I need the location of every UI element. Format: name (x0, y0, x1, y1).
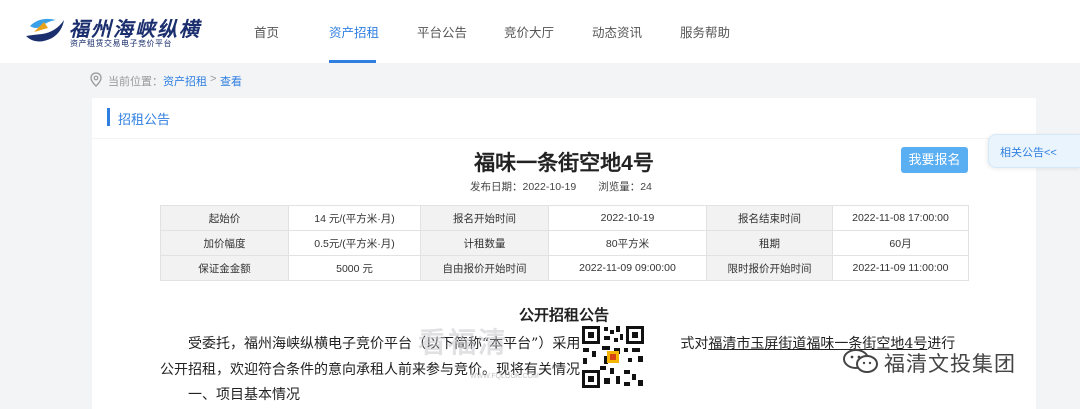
table-label: 限时报价开始时间 (706, 255, 833, 281)
table-value: 2022-10-19 (548, 205, 707, 231)
table-row: 加价幅度 0.5元/(平方米·月) 计租数量 80平方米 租期 60月 (160, 230, 969, 256)
qr-code-image (580, 324, 646, 390)
wechat-account-name: 福清文投集团 (884, 353, 1016, 376)
view-count: 浏览量：24 (598, 181, 652, 193)
table-row: 保证金金额 5000 元 自由报价开始时间 2022-11-09 09:00:0… (160, 255, 969, 281)
signup-button[interactable]: 我要报名 (901, 147, 968, 173)
table-row: 起始价 14 元/(平方米·月) 报名开始时间 2022-10-19 报名结束时… (160, 205, 969, 231)
publish-date: 发布日期：2022-10-19 (470, 181, 577, 193)
breadcrumb-link-asset-leasing[interactable]: 资产招租 (163, 73, 207, 89)
table-value: 2022-11-08 17:00:00 (832, 205, 969, 231)
breadcrumb-prefix: 当前位置： (108, 76, 163, 88)
announcement-heading: 公开招租公告 (518, 306, 609, 324)
nav-bidding-hall[interactable]: 竞价大厅 (504, 22, 554, 41)
nav-home[interactable]: 首页 (254, 22, 279, 41)
paragraph-text-a: 受委托，福州海峡纵横电子竞价平台（以下简称“本平台”）采用 (188, 336, 581, 352)
table-label: 计租数量 (420, 230, 549, 256)
logo-subtitle: 资产租赁交易电子竞价平台 (70, 39, 172, 48)
logo-icon (26, 18, 64, 42)
section-title: 招租公告 (118, 112, 171, 127)
table-value: 2022-11-09 11:00:00 (832, 255, 969, 281)
notice-meta: 发布日期：2022-10-19 浏览量：24 (470, 179, 674, 194)
table-label: 报名结束时间 (706, 205, 833, 231)
qr-code-icon (580, 324, 646, 390)
location-pin-icon (90, 72, 102, 87)
table-label: 保证金金额 (160, 255, 289, 281)
table-value: 60月 (832, 230, 969, 256)
project-info-table: 起始价 14 元/(平方米·月) 报名开始时间 2022-10-19 报名结束时… (160, 205, 969, 281)
table-value: 2022-11-09 09:00:00 (548, 255, 707, 281)
related-notices-label: 相关公告<< (1000, 147, 1057, 159)
nav-asset-leasing[interactable]: 资产招租 (329, 22, 379, 41)
watermark-url: WWW.FQLOOK.COM (470, 373, 539, 380)
table-value: 14 元/(平方米·月) (288, 205, 421, 231)
table-value: 80平方米 (548, 230, 707, 256)
table-value: 0.5元/(平方米·月) (288, 230, 421, 256)
table-label: 加价幅度 (160, 230, 289, 256)
table-label: 报名开始时间 (420, 205, 549, 231)
related-notices-tab[interactable]: 相关公告<< (988, 134, 1080, 168)
nav-help[interactable]: 服务帮助 (680, 22, 730, 41)
section-accent-bar (107, 108, 110, 126)
top-header: 福州海峡纵横 资产租赁交易电子竞价平台 首页 资产招租 平台公告 竞价大厅 动态… (0, 0, 1080, 63)
nav-news[interactable]: 动态资讯 (592, 22, 642, 41)
paragraph-text-b: 式对 (680, 336, 709, 352)
nav-platform-notice[interactable]: 平台公告 (417, 22, 467, 41)
notice-title: 福味一条街空地4号 (474, 152, 654, 175)
table-value: 5000 元 (288, 255, 421, 281)
breadcrumb-current: 查看 (220, 76, 242, 88)
section-header: 招租公告 (92, 98, 1036, 138)
table-label: 租期 (706, 230, 833, 256)
breadcrumb-separator: > (210, 73, 217, 85)
section-heading-basic-info: 一、项目基本情况 (188, 387, 300, 403)
table-label: 起始价 (160, 205, 289, 231)
nav-active-indicator (329, 60, 376, 63)
table-label: 自由报价开始时间 (420, 255, 549, 281)
site-logo[interactable]: 福州海峡纵横 资产租赁交易电子竞价平台 (22, 12, 199, 52)
wechat-icon (843, 349, 878, 373)
watermark-text: 看福清 (418, 326, 509, 359)
